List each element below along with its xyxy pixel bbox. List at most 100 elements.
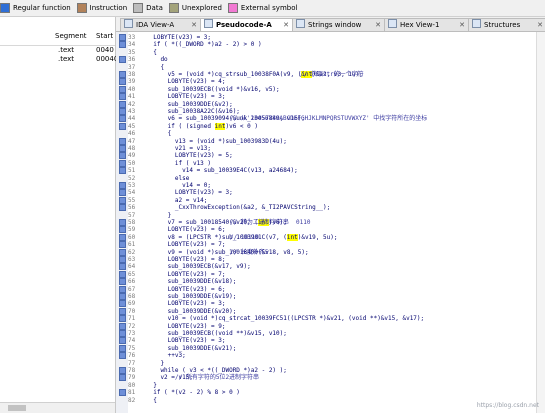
breakpoint-marker[interactable] xyxy=(119,270,126,278)
breakpoint-marker[interactable] xyxy=(119,78,126,86)
close-icon[interactable]: ✕ xyxy=(537,19,543,31)
close-icon[interactable]: ✕ xyxy=(283,19,289,31)
code-line[interactable]: if ( *(v2 - 2) % 8 > 0 ) xyxy=(146,388,240,397)
breakpoint-marker[interactable] xyxy=(119,307,126,315)
breakpoint-marker[interactable] xyxy=(119,137,126,145)
tab-label: Pseudocode-A xyxy=(216,21,272,29)
breakpoint-marker[interactable] xyxy=(119,152,126,160)
breakpoint-marker[interactable] xyxy=(119,285,126,293)
breakpoint-marker[interactable] xyxy=(119,337,126,345)
close-icon[interactable]: ✕ xyxy=(459,19,465,31)
line-number: 82 xyxy=(128,396,136,404)
legend-item: Instruction xyxy=(76,0,127,16)
breakpoint-marker[interactable] xyxy=(119,256,126,263)
pseudocode-view[interactable]: 33 LOBYTE(v23) = 3; 34 if ( *((_DWORD *)a… xyxy=(128,32,545,413)
structures-icon xyxy=(472,19,481,28)
close-icon[interactable]: ✕ xyxy=(375,19,381,31)
close-icon[interactable]: ✕ xyxy=(191,19,197,31)
breakpoint-marker[interactable] xyxy=(119,204,126,212)
tab-ida-view[interactable]: IDA View-A ✕ xyxy=(120,18,201,31)
breakpoint-marker[interactable] xyxy=(119,100,126,108)
tab-strings-window[interactable]: Strings window ✕ xyxy=(292,18,385,31)
legend-item: Unexplored xyxy=(168,0,222,16)
breakpoint-marker[interactable] xyxy=(119,389,126,397)
segment-row[interactable]: .text 0040 xyxy=(0,46,115,55)
legend-label: Unexplored xyxy=(181,4,222,12)
segment-start: 0040 xyxy=(96,46,114,54)
horizontal-scrollbar[interactable] xyxy=(0,402,115,413)
breakpoint-marker[interactable] xyxy=(119,56,126,64)
breakpoint-marker[interactable] xyxy=(119,374,126,382)
vertical-scrollbar[interactable] xyxy=(536,32,545,413)
breakpoint-marker[interactable] xyxy=(119,196,126,204)
tab-hex-view[interactable]: Hex View-1 ✕ xyxy=(384,18,469,31)
breakpoint-marker[interactable] xyxy=(119,300,126,308)
code-comment: // 所有字符的5位2进制字符串 xyxy=(175,374,260,382)
tab-strip: IDA View-A ✕ Pseudocode-A ✕ Strings window… xyxy=(116,17,545,32)
legend-swatch xyxy=(227,3,238,13)
highlighted-token[interactable]: int xyxy=(214,122,226,130)
tab-label: Hex View-1 xyxy=(400,21,440,29)
segments-header: Segment Start xyxy=(0,17,115,46)
breakpoint-marker[interactable] xyxy=(119,145,126,152)
tab-structures[interactable]: Structures ✕ xyxy=(468,18,545,31)
pseudocode-icon xyxy=(204,19,213,28)
segment-name: .text xyxy=(58,46,75,54)
breakpoint-marker[interactable] xyxy=(119,159,126,167)
legend-swatch xyxy=(76,3,87,13)
breakpoint-marker[interactable] xyxy=(119,241,126,249)
breakpoint-marker[interactable] xyxy=(119,367,126,374)
breakpoint-marker[interactable] xyxy=(119,352,126,360)
breakpoint-marker[interactable] xyxy=(119,263,126,271)
breakpoint-marker[interactable] xyxy=(119,315,126,323)
code-comment: // 长度补齐5 xyxy=(230,248,269,256)
breakpoint-marker[interactable] xyxy=(119,182,126,189)
breakpoint-marker[interactable] xyxy=(119,278,126,286)
code-comment: // 转为二进制字符串 0110 xyxy=(230,219,311,226)
tab-label: Structures xyxy=(484,21,521,29)
legend-swatch xyxy=(168,3,179,13)
code-line[interactable]: _CxxThrowException(&a2, &_TI2PAVCString_… xyxy=(146,203,330,212)
start-column-header[interactable]: Start xyxy=(96,32,113,40)
tab-pseudocode[interactable]: Pseudocode-A ✕ xyxy=(200,18,293,31)
breakpoint-marker[interactable] xyxy=(119,41,126,49)
breakpoint-marker[interactable] xyxy=(119,248,126,256)
code-line[interactable]: if ( *((_DWORD *)a2 - 2) > 0 ) xyxy=(146,40,261,49)
hex-view-icon xyxy=(388,19,397,28)
segment-column-header[interactable]: Segment xyxy=(55,32,87,40)
breakpoint-marker[interactable] xyxy=(119,226,126,234)
breakpoint-gutter[interactable] xyxy=(116,32,128,413)
scrollbar-thumb[interactable] xyxy=(8,405,26,411)
breakpoint-marker[interactable] xyxy=(119,219,126,226)
code-comment: // 获取str的一个字符 xyxy=(300,71,364,78)
ida-view-icon xyxy=(124,19,133,28)
breakpoint-marker[interactable] xyxy=(119,189,126,197)
breakpoint-marker[interactable] xyxy=(119,293,126,300)
code-line[interactable]: { xyxy=(146,396,157,405)
breakpoint-marker[interactable] xyxy=(119,115,126,123)
breakpoint-marker[interactable] xyxy=(119,34,126,41)
legend-item: External symbol xyxy=(227,0,297,16)
strings-icon xyxy=(296,19,305,28)
tab-label: Strings window xyxy=(308,21,362,29)
segment-row[interactable]: .text 00040 xyxy=(0,55,119,64)
legend-label: Regular function xyxy=(13,4,71,12)
breakpoint-marker[interactable] xyxy=(119,93,126,101)
breakpoint-marker[interactable] xyxy=(119,85,126,93)
breakpoint-marker[interactable] xyxy=(119,122,126,130)
segment-start: 00040 xyxy=(96,55,119,63)
highlighted-token[interactable]: int xyxy=(286,233,298,241)
legend-item: Data xyxy=(133,0,163,16)
code-comment: // 10110 xyxy=(230,233,259,241)
breakpoint-marker[interactable] xyxy=(119,322,126,330)
breakpoint-marker[interactable] xyxy=(119,108,126,115)
breakpoint-marker[interactable] xyxy=(119,167,126,175)
breakpoint-marker[interactable] xyxy=(119,330,126,337)
legend-swatch xyxy=(133,3,144,13)
legend-label: Data xyxy=(146,4,163,12)
breakpoint-marker[interactable] xyxy=(119,233,126,241)
breakpoint-marker[interactable] xyxy=(119,71,126,78)
segment-name: .text xyxy=(58,55,75,63)
breakpoint-marker[interactable] xyxy=(119,344,126,352)
tab-label: IDA View-A xyxy=(136,21,175,29)
